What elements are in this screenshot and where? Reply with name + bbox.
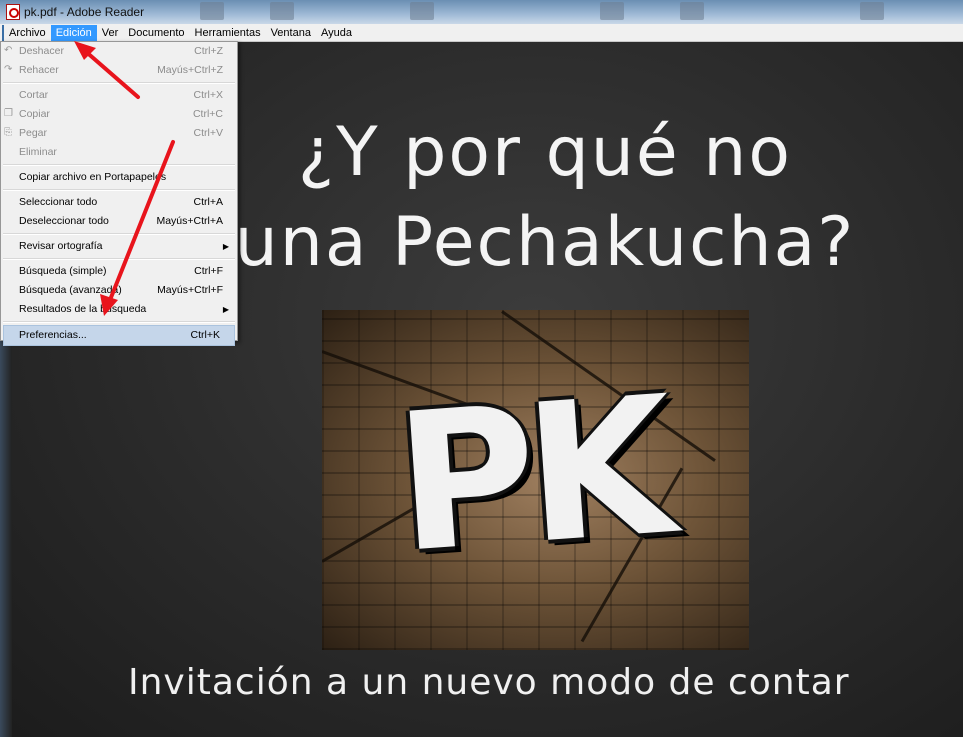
menu-ayuda[interactable]: Ayuda <box>316 25 357 41</box>
menu-item-revisar-ortografia[interactable]: Revisar ortografía ▶ <box>1 237 237 256</box>
menu-item-copiar[interactable]: ❐ Copiar Ctrl+C <box>1 105 237 124</box>
slide-title: ¿Y por qué no una Pechakucha? <box>225 108 865 288</box>
menu-item-seleccionar-todo[interactable]: Seleccionar todo Ctrl+A <box>1 193 237 212</box>
slide-subtitle: Invitación a un nuevo modo de contar <box>128 662 850 703</box>
menu-separator <box>3 258 235 260</box>
menu-item-deseleccionar-todo[interactable]: Deseleccionar todo Mayús+Ctrl+A <box>1 212 237 231</box>
window-title: pk.pdf - Adobe Reader <box>24 5 145 19</box>
window-title-bar: pk.pdf - Adobe Reader <box>0 0 963 24</box>
copy-icon: ❐ <box>4 108 13 119</box>
menu-separator <box>3 189 235 191</box>
menu-item-resultados-busqueda[interactable]: Resultados de la búsqueda ▶ <box>1 300 237 319</box>
menu-item-pegar[interactable]: ⎘ Pegar Ctrl+V <box>1 124 237 143</box>
menu-item-busqueda-avanzada[interactable]: Búsqueda (avanzada) Mayús+Ctrl+F <box>1 281 237 300</box>
menu-item-cortar[interactable]: Cortar Ctrl+X <box>1 86 237 105</box>
submenu-arrow-icon: ▶ <box>222 242 229 251</box>
menu-documento[interactable]: Documento <box>123 25 189 41</box>
slide-title-line-2: una Pechakucha? <box>234 203 856 282</box>
menu-item-busqueda-simple[interactable]: Búsqueda (simple) Ctrl+F <box>1 262 237 281</box>
menu-separator <box>3 233 235 235</box>
menu-separator <box>3 321 235 323</box>
menu-edicion[interactable]: Edición <box>50 24 97 41</box>
submenu-arrow-icon: ▶ <box>222 305 229 314</box>
redo-icon: ↷ <box>4 64 13 75</box>
menu-item-eliminar[interactable]: Eliminar <box>1 143 237 162</box>
menu-separator <box>3 164 235 166</box>
menu-item-copiar-archivo[interactable]: Copiar archivo en Portapapeles <box>1 168 237 187</box>
graffiti-text: PK <box>389 355 671 595</box>
graffiti-photo: PK <box>322 310 749 650</box>
paste-icon: ⎘ <box>4 127 12 138</box>
menu-ver[interactable]: Ver <box>97 25 124 41</box>
pdf-file-icon <box>6 4 20 20</box>
undo-icon: ↶ <box>4 45 13 56</box>
edit-menu-dropdown: ↶ Deshacer Ctrl+Z ↷ Rehacer Mayús+Ctrl+Z… <box>0 41 238 346</box>
menu-item-rehacer[interactable]: ↷ Rehacer Mayús+Ctrl+Z <box>1 61 237 80</box>
menu-item-preferencias[interactable]: Preferencias... Ctrl+K <box>3 325 235 346</box>
menu-herramientas[interactable]: Herramientas <box>190 25 266 41</box>
menu-archivo[interactable]: Archivo <box>2 24 51 41</box>
menu-ventana[interactable]: Ventana <box>266 25 316 41</box>
menu-separator <box>3 82 235 84</box>
menu-item-deshacer[interactable]: ↶ Deshacer Ctrl+Z <box>1 42 237 61</box>
slide-title-line-1: ¿Y por qué no <box>298 113 792 192</box>
menu-bar: Archivo Edición Ver Documento Herramient… <box>0 24 963 42</box>
